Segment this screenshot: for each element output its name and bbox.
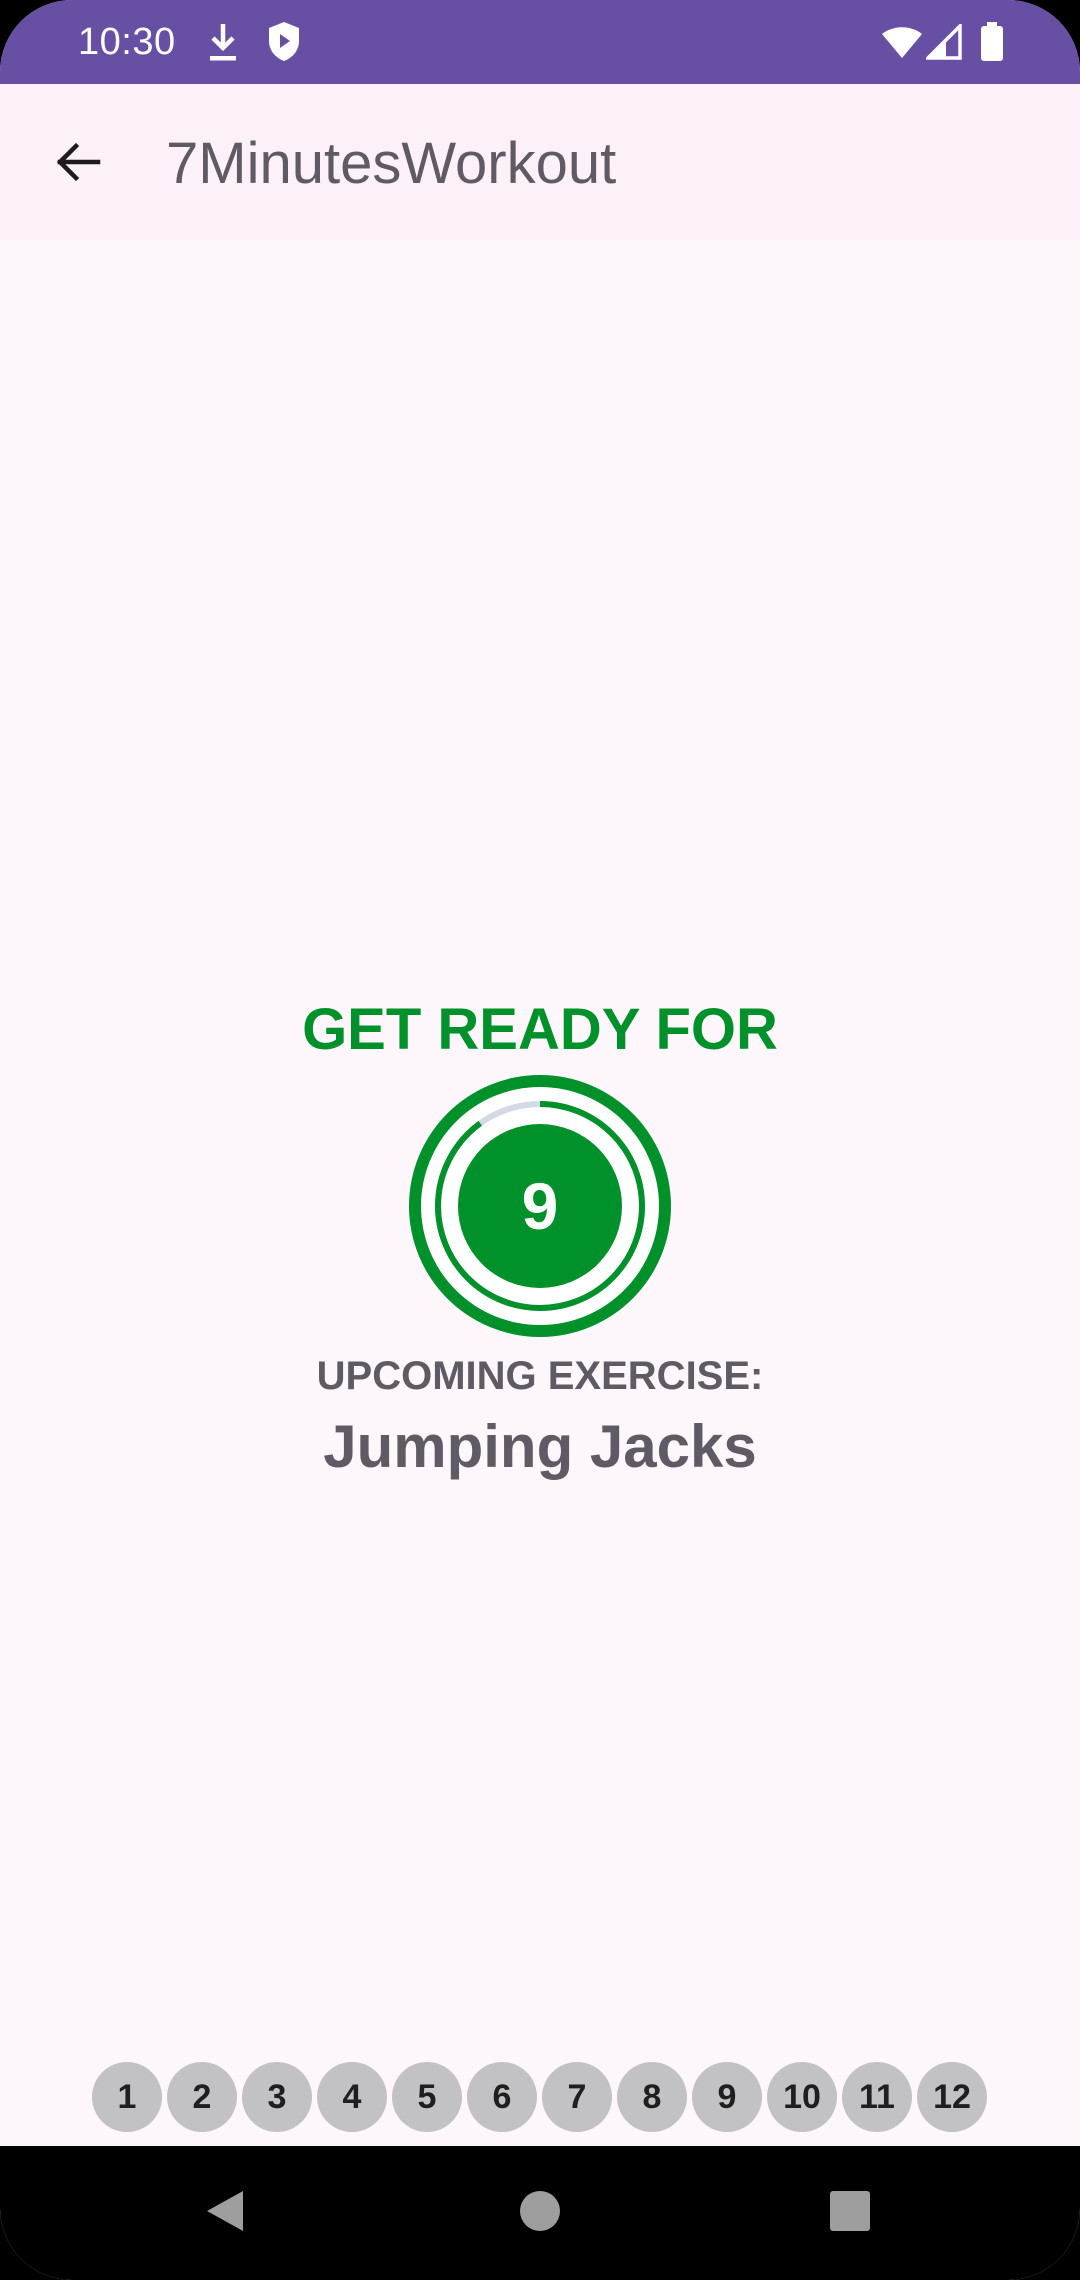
exercise-step-2: 2 xyxy=(167,2062,237,2132)
exercise-step-7: 7 xyxy=(542,2062,612,2132)
wifi-icon xyxy=(880,24,924,65)
upcoming-exercise-label: UPCOMING EXERCISE: xyxy=(316,1354,764,1398)
app-title: 7MinutesWorkout xyxy=(166,131,617,196)
exercise-step-10: 10 xyxy=(767,2062,837,2132)
exercise-step-8: 8 xyxy=(617,2062,687,2132)
nav-recents-button[interactable] xyxy=(807,2170,893,2256)
exercise-step-11: 11 xyxy=(842,2062,912,2132)
nav-back-button[interactable] xyxy=(182,2170,268,2256)
exercise-step-12: 12 xyxy=(917,2062,987,2132)
back-triangle-icon xyxy=(203,2187,247,2240)
status-time: 10:30 xyxy=(78,21,176,63)
exercise-step-1: 1 xyxy=(92,2062,162,2132)
exercise-step-9: 9 xyxy=(692,2062,762,2132)
navigation-bar xyxy=(0,2146,1080,2280)
recents-square-icon xyxy=(829,2190,871,2237)
shield-play-icon xyxy=(266,20,302,69)
home-circle-icon xyxy=(518,2189,562,2238)
download-icon xyxy=(206,20,240,69)
exercise-step-4: 4 xyxy=(317,2062,387,2132)
get-ready-heading: GET READY FOR xyxy=(302,997,778,1062)
battery-icon xyxy=(980,22,1004,67)
back-button[interactable] xyxy=(36,122,120,206)
exercise-step-6: 6 xyxy=(467,2062,537,2132)
status-bar: 10:30 xyxy=(0,0,1080,84)
exercise-progress-list: 1 2 3 4 5 6 7 8 9 10 11 12 xyxy=(92,2062,987,2132)
timer-value: 9 xyxy=(521,1169,559,1243)
signal-icon xyxy=(923,21,962,65)
nav-home-button[interactable] xyxy=(497,2170,583,2256)
exercise-step-5: 5 xyxy=(392,2062,462,2132)
exercise-step-3: 3 xyxy=(242,2062,312,2132)
arrow-back-icon xyxy=(54,138,102,191)
exercise-name: Jumping Jacks xyxy=(323,1413,757,1480)
app-bar: 7MinutesWorkout xyxy=(0,84,1080,240)
screen: 10:30 7MinutesWorkout GET READY FOR 9 UP… xyxy=(0,0,1080,2280)
countdown-timer: 9 xyxy=(402,1068,678,1344)
